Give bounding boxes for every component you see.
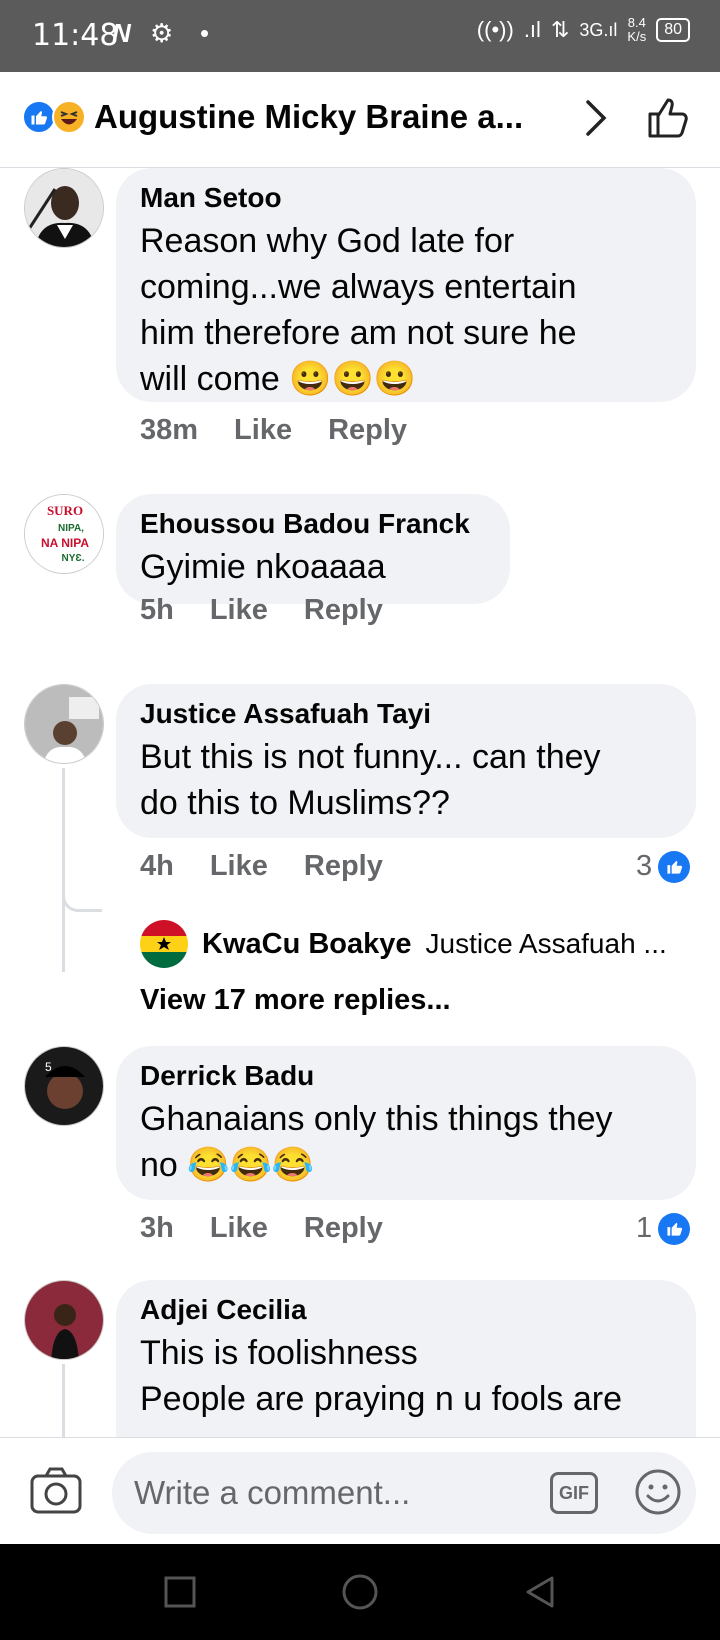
thread-branch (62, 868, 102, 912)
gif-label: GIF (559, 1482, 589, 1503)
comment-bubble[interactable]: Man Setoo Reason why God late for coming… (116, 168, 696, 402)
svg-text:SURO: SURO (47, 503, 83, 518)
comment-actions: 5h Like Reply (140, 594, 419, 627)
like-link[interactable]: Like (210, 594, 268, 626)
reply-link[interactable]: Reply (304, 1212, 383, 1244)
thread-line (62, 1364, 65, 1448)
reaction-count[interactable]: 3 (636, 850, 691, 883)
comment-input[interactable] (134, 1452, 514, 1534)
dot-icon: • (200, 18, 210, 48)
comment-input-container[interactable]: GIF (112, 1452, 696, 1534)
avatar[interactable] (24, 1280, 104, 1360)
comment-actions: 3h Like Reply (140, 1212, 419, 1245)
signal-3g-icon: 3G.ıl (579, 19, 618, 40)
avatar (140, 920, 188, 968)
avatar[interactable]: SURO NIPA, NA NIPA NYƐ. (24, 494, 104, 574)
system-nav-bar (0, 1544, 720, 1640)
reaction-icons[interactable] (22, 100, 92, 136)
reply-author[interactable]: KwaCu Boakye (202, 928, 412, 961)
comment-time: 3h (140, 1212, 174, 1244)
status-time: 11:48 (32, 18, 119, 53)
signal-icon: .ıl (523, 17, 541, 42)
comment-bubble[interactable]: Justice Assafuah Tayi But this is not fu… (116, 684, 696, 838)
comment-time: 38m (140, 414, 199, 446)
svg-text:5: 5 (45, 1060, 52, 1074)
reply-snippet: Justice Assafuah ... (425, 928, 667, 959)
emoji-icon[interactable] (634, 1468, 682, 1516)
like-icon (22, 100, 56, 134)
avatar[interactable]: 5 (24, 1046, 104, 1126)
comment-bubble[interactable]: Ehoussou Badou Franck Gyimie nkoaaaa (116, 494, 510, 604)
comment-author[interactable]: Derrick Badu (140, 1060, 672, 1092)
network-speed: 8.4 K/s (627, 15, 647, 44)
status-bar: 11:48 N ⚙ • ((•)) .ıl ⇅ 3G.ıl 8.4 K/s 80 (0, 0, 720, 72)
gear-icon: ⚙ (150, 18, 174, 48)
comment-author[interactable]: Justice Assafuah Tayi (140, 698, 672, 730)
reply-link[interactable]: Reply (328, 414, 407, 446)
reaction-count-value: 1 (636, 1212, 653, 1244)
reaction-count-value: 3 (636, 850, 653, 882)
comment-author[interactable]: Adjei Cecilia (140, 1294, 672, 1326)
back-button[interactable] (520, 1572, 560, 1612)
like-icon (658, 850, 691, 883)
svg-text:NIPA,: NIPA, (58, 523, 84, 534)
comments-sheet: Augustine Micky Braine a... Man Setoo Re… (0, 72, 720, 1544)
comment-author[interactable]: Man Setoo (140, 182, 672, 214)
comment-actions: 38m Like Reply (140, 414, 443, 447)
haha-icon (52, 100, 86, 134)
comment-composer: GIF (0, 1437, 720, 1544)
camera-icon[interactable] (28, 1464, 84, 1516)
reaction-count[interactable]: 1 (636, 1212, 691, 1245)
comment-actions: 4h Like Reply (140, 850, 419, 883)
reply-preview[interactable]: KwaCu Boakye Justice Assafuah ... (140, 920, 690, 968)
like-icon (658, 1212, 691, 1245)
avatar[interactable] (24, 168, 104, 248)
svg-text:NA NIPA: NA NIPA (41, 536, 89, 550)
n-notification-icon: N (112, 18, 131, 48)
comment-bubble[interactable]: Derrick Badu Ghanaians only this things … (116, 1046, 696, 1200)
hotspot-icon: ((•)) (476, 17, 514, 42)
comment-time: 4h (140, 850, 174, 882)
comment-text: Ghanaians only this things they no 😂😂😂 (140, 1100, 613, 1184)
comment-text: This is foolishness People are praying n… (140, 1334, 622, 1418)
status-indicators: ((•)) .ıl ⇅ 3G.ıl 8.4 K/s 80 (477, 16, 690, 44)
like-outline-icon[interactable] (644, 94, 692, 142)
like-link[interactable]: Like (234, 414, 292, 446)
avatar[interactable] (24, 684, 104, 764)
view-more-replies[interactable]: View 17 more replies... (140, 984, 451, 1017)
gif-button[interactable]: GIF (550, 1472, 598, 1514)
battery-icon: 80 (656, 18, 690, 42)
comments-list[interactable]: Man Setoo Reason why God late for coming… (0, 168, 720, 1448)
post-title[interactable]: Augustine Micky Braine a... (94, 98, 554, 136)
comment-bubble[interactable]: Adjei Cecilia This is foolishness People… (116, 1280, 696, 1448)
svg-text:NYƐ.: NYƐ. (62, 553, 85, 564)
like-link[interactable]: Like (210, 1212, 268, 1244)
reactions-header: Augustine Micky Braine a... (0, 72, 720, 168)
recents-button[interactable] (160, 1572, 200, 1612)
comment-text: Gyimie nkoaaaa (140, 548, 386, 586)
home-button[interactable] (340, 1572, 380, 1612)
chevron-right-icon[interactable] (582, 94, 612, 152)
comment-time: 5h (140, 594, 174, 626)
like-link[interactable]: Like (210, 850, 268, 882)
comment-text: But this is not funny... can they do thi… (140, 738, 601, 822)
comment-text: Reason why God late for coming...we alwa… (140, 222, 577, 398)
reply-link[interactable]: Reply (304, 594, 383, 626)
data-transfer-icon: ⇅ (550, 17, 570, 42)
comment-author[interactable]: Ehoussou Badou Franck (140, 508, 486, 540)
reply-link[interactable]: Reply (304, 850, 383, 882)
